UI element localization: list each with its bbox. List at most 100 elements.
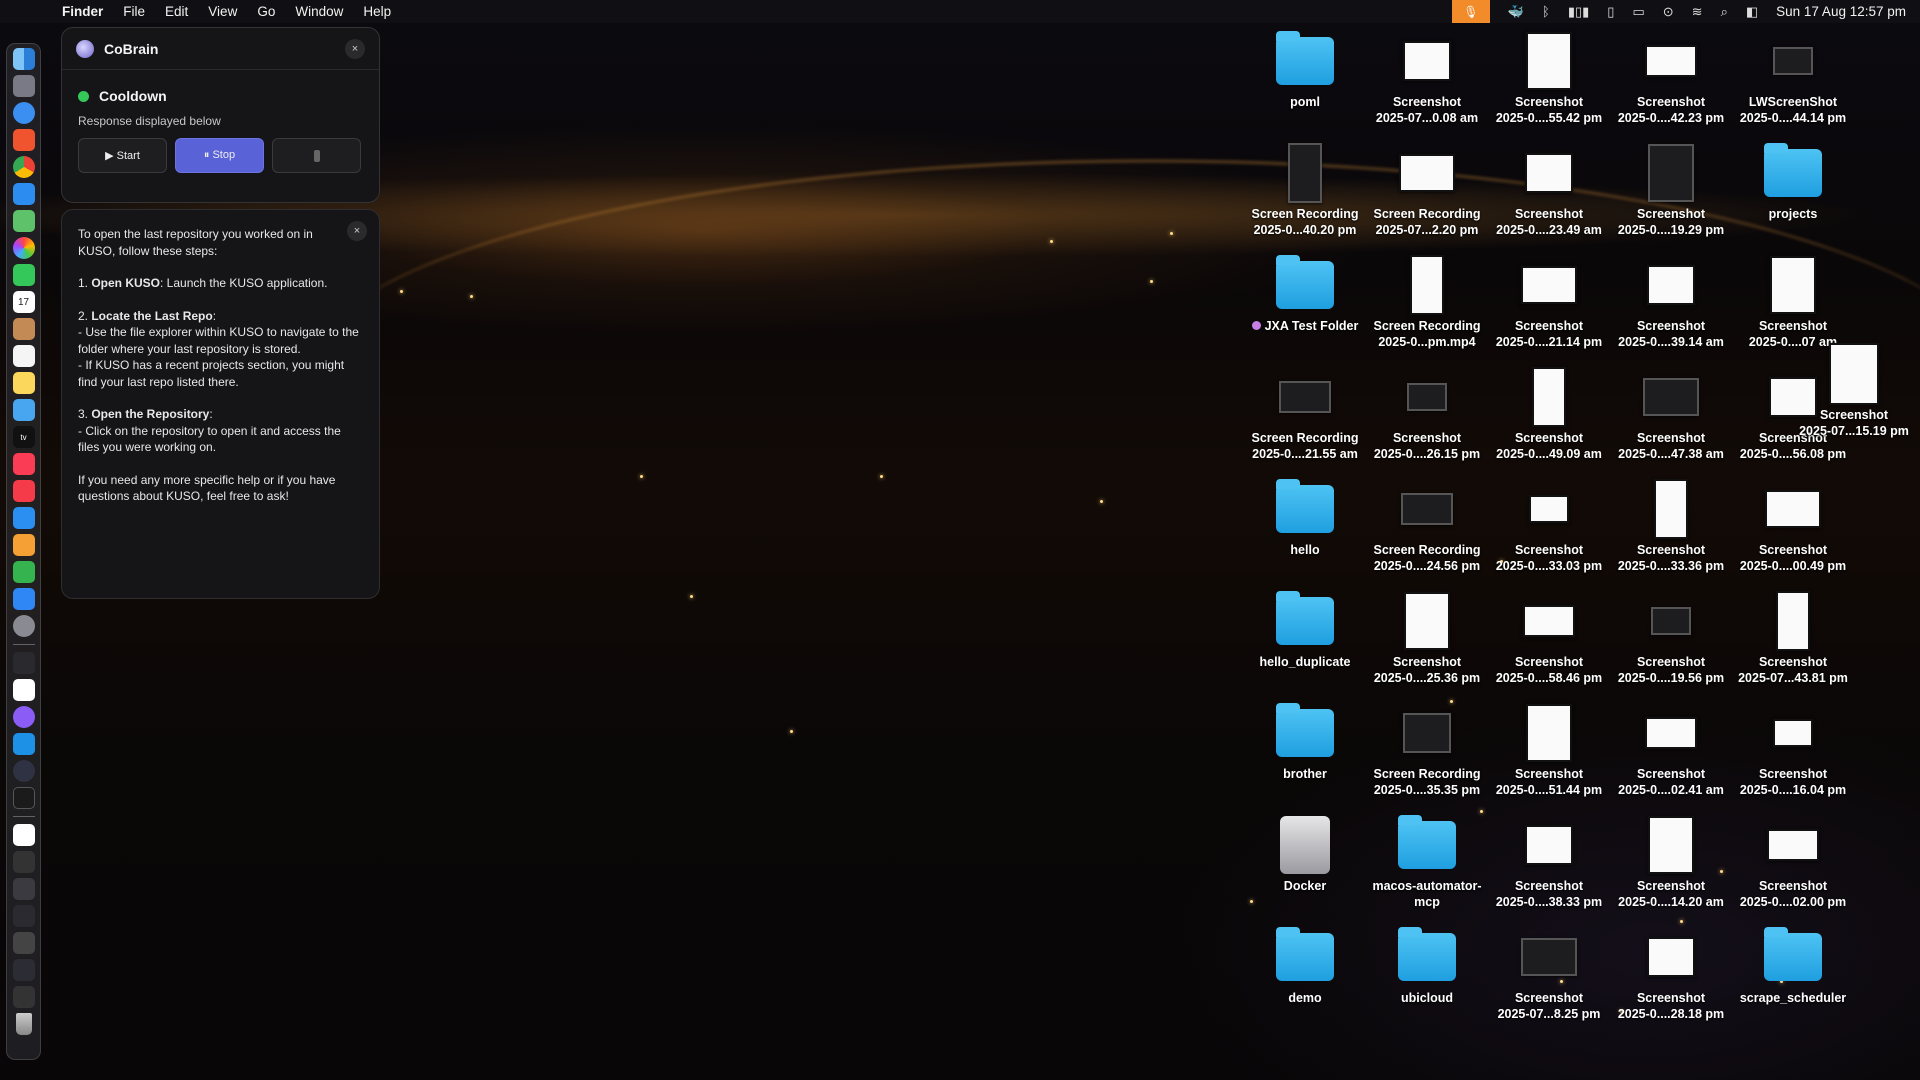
play-icon[interactable]: ⊙ (1663, 4, 1674, 20)
desktop-item[interactable]: macos-automator-mcp (1366, 815, 1488, 910)
desktop-item[interactable]: Screen Recording 2025-0....21.55 am (1244, 368, 1366, 462)
desktop-item[interactable]: LWScreenShot 2025-0....44.14 pm (1732, 32, 1854, 126)
docker-icon[interactable] (12, 733, 35, 755)
desktop-item[interactable]: ubicloud (1366, 927, 1488, 1006)
cobrain-close-button[interactable]: × (345, 38, 365, 59)
mail-icon[interactable] (12, 183, 35, 205)
trash-icon[interactable] (15, 1013, 32, 1035)
response-close-button[interactable]: × (347, 221, 367, 241)
launchpad-icon[interactable] (12, 75, 35, 97)
stop-button[interactable]: ⏸ Stop (175, 138, 264, 173)
desktop-item[interactable]: Screenshot 2025-0....14.20 am (1610, 816, 1732, 910)
menu-edit[interactable]: Edit (155, 4, 198, 19)
desktop-item[interactable]: projects (1732, 143, 1854, 222)
desktop-item[interactable]: Screenshot 2025-0....42.23 pm (1610, 32, 1732, 126)
desktop-item[interactable]: Screen Recording 2025-0...40.20 pm (1244, 143, 1366, 238)
desktop-item[interactable]: Docker (1244, 816, 1366, 894)
desktop-item[interactable]: Screenshot 2025-0....25.36 pm (1366, 592, 1488, 686)
menu-view[interactable]: View (198, 4, 247, 19)
reminders-icon[interactable] (12, 345, 35, 367)
desktop-item[interactable]: Screenshot 2025-07...43.81 pm (1732, 591, 1854, 686)
control-center-icon[interactable]: ◧ (1746, 4, 1758, 20)
audio-levels-icon[interactable]: ▮▯▮ (1568, 4, 1589, 20)
notes-icon[interactable] (12, 372, 35, 394)
desktop-item[interactable]: Screen Recording 2025-0....35.35 pm (1366, 704, 1488, 798)
terminal-icon[interactable] (12, 787, 35, 809)
desktop-item[interactable]: hello_duplicate (1244, 591, 1366, 670)
github-desktop-icon[interactable] (12, 706, 35, 728)
minimized-window-2-icon[interactable] (12, 878, 35, 900)
desktop-item[interactable]: brother (1244, 703, 1366, 782)
desktop-item[interactable]: Screenshot 2025-0....19.56 pm (1610, 592, 1732, 686)
desktop-item[interactable]: Screenshot 2025-0....33.03 pm (1488, 480, 1610, 574)
desktop-item[interactable]: Screenshot 2025-0....07 am (1732, 256, 1854, 350)
minimized-window-1-icon[interactable] (12, 851, 35, 873)
desktop-item[interactable]: Screenshot 2025-0....58.46 pm (1488, 592, 1610, 686)
docker-status-icon[interactable]: 🐳 (1508, 4, 1524, 20)
brave-icon[interactable] (12, 129, 35, 151)
app-store-icon[interactable] (12, 588, 35, 610)
menubar-clock[interactable]: Sun 17 Aug 12:57 pm (1776, 4, 1906, 19)
document-icon[interactable] (12, 824, 35, 846)
photos-icon[interactable] (12, 237, 35, 259)
desktop-item[interactable]: scrape_scheduler (1732, 927, 1854, 1006)
chrome-icon[interactable] (12, 156, 35, 178)
desktop-item[interactable]: Screen Recording 2025-0...pm.mp4 (1366, 255, 1488, 350)
numbers-icon[interactable] (12, 561, 35, 583)
electron-icon[interactable] (12, 760, 35, 782)
facetime-icon[interactable] (12, 264, 35, 286)
microphone-button[interactable] (272, 138, 361, 173)
microphone-icon[interactable]: 🎙 (1451, 0, 1490, 23)
desktop-item[interactable]: Screen Recording 2025-07...2.20 pm (1366, 144, 1488, 238)
apple-tv-icon[interactable]: tv (12, 426, 35, 448)
desktop-item[interactable]: Screenshot 2025-0....47.38 am (1610, 368, 1732, 462)
start-button[interactable]: ▶ Start (78, 138, 167, 173)
slack-icon[interactable] (12, 679, 35, 701)
desktop-item[interactable]: Screenshot 2025-0....51.44 pm (1488, 704, 1610, 798)
display-icon[interactable]: ▭ (1632, 4, 1644, 20)
menu-go[interactable]: Go (247, 4, 285, 19)
contacts-icon[interactable] (12, 318, 35, 340)
minimized-window-3-icon[interactable] (12, 905, 35, 927)
calendar-icon[interactable]: 17 (12, 291, 35, 313)
desktop-item[interactable]: Screenshot 2025-0....02.41 am (1610, 704, 1732, 798)
desktop-item[interactable]: hello (1244, 479, 1366, 558)
menu-help[interactable]: Help (353, 4, 401, 19)
desktop-item[interactable]: Screenshot 2025-0....55.42 pm (1488, 32, 1610, 126)
minimized-window-4-icon[interactable] (12, 932, 35, 954)
cube-app-icon[interactable] (12, 652, 35, 674)
finder-icon[interactable] (12, 48, 35, 70)
pages-icon[interactable] (12, 534, 35, 556)
news-icon[interactable] (12, 480, 35, 502)
desktop-item[interactable]: Screenshot 2025-0....00.49 pm (1732, 480, 1854, 574)
minimized-window-6-icon[interactable] (12, 986, 35, 1008)
safari-icon[interactable] (12, 102, 35, 124)
desktop-item[interactable]: Screenshot 2025-0....23.49 am (1488, 144, 1610, 238)
desktop-item[interactable]: Screenshot 2025-07...0.08 am (1366, 32, 1488, 126)
desktop-item[interactable]: Screenshot 2025-0....33.36 pm (1610, 479, 1732, 574)
keynote-icon[interactable] (12, 507, 35, 529)
wifi-icon[interactable]: ≋ (1692, 4, 1703, 20)
freeform-icon[interactable] (12, 399, 35, 421)
battery-icon[interactable]: ▯ (1607, 4, 1614, 20)
desktop-item[interactable]: Screenshot 2025-0....38.33 pm (1488, 816, 1610, 910)
system-settings-icon[interactable] (12, 615, 35, 637)
menu-app-finder[interactable]: Finder (52, 4, 113, 19)
desktop-item[interactable]: Screenshot 2025-07...8.25 pm (1488, 928, 1610, 1022)
desktop-item[interactable]: demo (1244, 927, 1366, 1006)
menu-window[interactable]: Window (285, 4, 353, 19)
desktop-item[interactable]: Screenshot 2025-0....39.14 am (1610, 256, 1732, 350)
desktop-item[interactable]: JXA Test Folder (1244, 255, 1366, 334)
spotlight-search-icon[interactable]: ⌕ (1721, 4, 1728, 20)
minimized-window-5-icon[interactable] (12, 959, 35, 981)
desktop-item[interactable]: Screen Recording 2025-0....24.56 pm (1366, 480, 1488, 574)
desktop-item[interactable]: Screenshot 2025-0....49.09 am (1488, 367, 1610, 462)
desktop-item[interactable]: poml (1244, 31, 1366, 110)
desktop-item[interactable]: Screenshot 2025-0....26.15 pm (1366, 368, 1488, 462)
menu-file[interactable]: File (113, 4, 155, 19)
desktop-item[interactable]: Screenshot 2025-0....16.04 pm (1732, 704, 1854, 798)
desktop-item[interactable]: Screenshot 2025-0....21.14 pm (1488, 256, 1610, 350)
desktop-item[interactable]: Screenshot 2025-0....19.29 pm (1610, 144, 1732, 238)
bluetooth-icon[interactable]: ᛒ (1542, 4, 1550, 19)
music-icon[interactable] (12, 453, 35, 475)
